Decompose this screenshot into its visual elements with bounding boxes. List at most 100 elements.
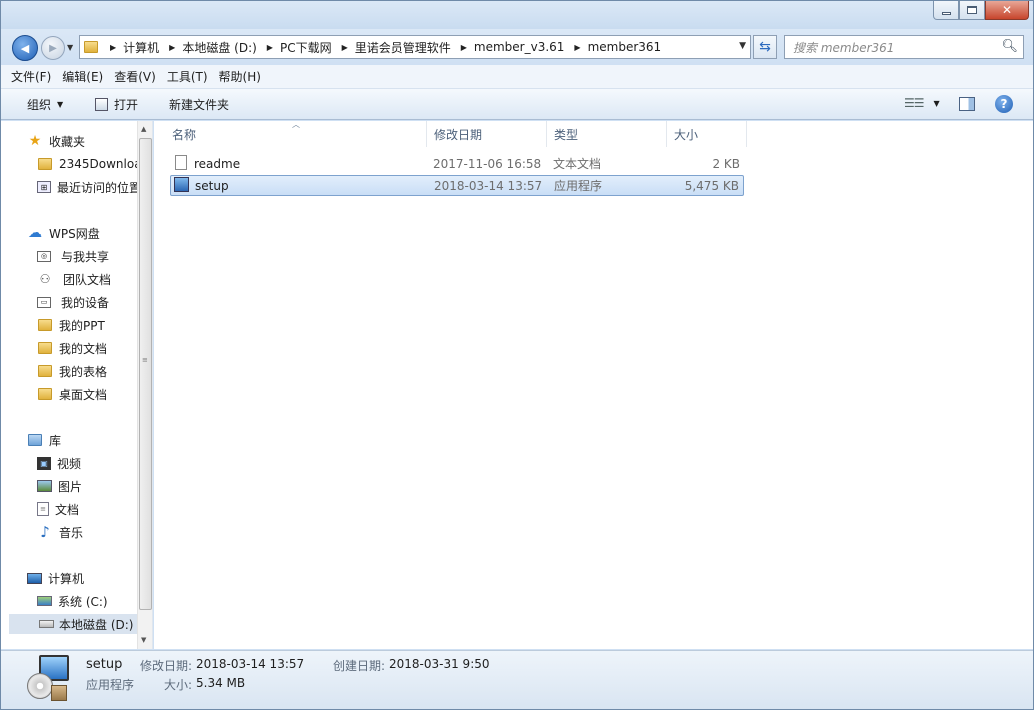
- breadcrumb-drive-d[interactable]: 本地磁盘 (D:): [182, 39, 256, 56]
- open-button[interactable]: 打开: [95, 96, 138, 113]
- nav-computer[interactable]: 计算机: [27, 568, 84, 588]
- help-button[interactable]: ?: [995, 95, 1013, 113]
- column-header-size[interactable]: 大小: [667, 121, 747, 147]
- breadcrumb-linuo[interactable]: 里诺会员管理软件: [355, 39, 451, 56]
- nav-item-label: 系统 (C:): [58, 594, 108, 609]
- nav-item-desktop-docs[interactable]: 桌面文档: [37, 384, 107, 404]
- menu-file[interactable]: 文件(F): [11, 68, 51, 85]
- nav-item-music[interactable]: ♪ 音乐: [37, 522, 83, 542]
- address-bar[interactable]: ▶ 计算机 ▶ 本地磁盘 (D:) ▶ PC下载网 ▶ 里诺会员管理软件 ▶ m…: [79, 35, 751, 59]
- nav-scrollbar[interactable]: ▲ ≡ ▼: [137, 121, 152, 649]
- nav-item-drive-c[interactable]: 系统 (C:): [37, 591, 108, 611]
- preview-pane-icon: [959, 97, 975, 111]
- menu-bar: 文件(F) 编辑(E) 查看(V) 工具(T) 帮助(H): [1, 65, 1033, 89]
- nav-item-label: 与我共享: [61, 249, 110, 264]
- nav-item-my-sheets[interactable]: 我的表格: [37, 361, 107, 381]
- new-folder-button[interactable]: 新建文件夹: [169, 96, 229, 113]
- nav-item-videos[interactable]: ▣ 视频: [37, 453, 81, 473]
- view-options-button[interactable]: ☰☰ ▼: [904, 96, 940, 110]
- nav-item-drive-d[interactable]: 本地磁盘 (D:): [9, 614, 137, 634]
- address-row: ◀ ▶ ▼ ▶ 计算机 ▶ 本地磁盘 (D:) ▶ PC下载网 ▶ 里诺会员管理…: [1, 29, 1033, 65]
- nav-favorites[interactable]: ★ 收藏夹: [27, 131, 85, 151]
- menu-view[interactable]: 查看(V): [114, 68, 156, 85]
- scrollbar-thumb[interactable]: [139, 138, 152, 610]
- file-type: 应用程序: [554, 179, 603, 193]
- breadcrumb-separator-icon[interactable]: ▶: [110, 43, 116, 52]
- folder-icon: [38, 158, 52, 170]
- forward-arrow-icon: ▶: [49, 42, 57, 54]
- maximize-button[interactable]: [959, 1, 985, 20]
- menu-help[interactable]: 帮助(H): [219, 68, 261, 85]
- list-view-icon: ☰☰: [904, 96, 924, 110]
- breadcrumb-member361[interactable]: member361: [588, 40, 662, 54]
- recent-pages-dropdown-icon[interactable]: ▼: [67, 43, 73, 52]
- close-icon: ✕: [1001, 3, 1013, 17]
- scroll-grip-icon: ≡: [142, 356, 148, 364]
- breadcrumb-separator-icon[interactable]: ▶: [267, 43, 273, 52]
- breadcrumb-member-v361[interactable]: member_v3.61: [474, 40, 565, 54]
- search-placeholder: 搜索 member361: [793, 40, 895, 55]
- close-button[interactable]: ✕: [985, 1, 1029, 20]
- organize-button[interactable]: 组织 ▼: [27, 96, 63, 113]
- menu-tools[interactable]: 工具(T): [167, 68, 208, 85]
- breadcrumb-computer[interactable]: 计算机: [123, 39, 159, 56]
- search-input[interactable]: 搜索 member361 🔍︎: [784, 35, 1024, 59]
- file-row-setup[interactable]: setup 2018-03-14 13:57 应用程序 5,475 KB: [170, 175, 744, 196]
- nav-item-my-ppt[interactable]: 我的PPT: [37, 315, 105, 335]
- cloud-icon: ☁: [28, 225, 42, 241]
- nav-item-my-docs[interactable]: 我的文档: [37, 338, 107, 358]
- nav-wps-cloud[interactable]: ☁ WPS网盘: [27, 223, 100, 243]
- breadcrumb-separator-icon[interactable]: ▶: [342, 43, 348, 52]
- sort-ascending-icon: ︿: [292, 120, 300, 129]
- music-note-icon: ♪: [40, 523, 50, 541]
- refresh-icon: ⇆: [759, 39, 771, 55]
- nav-item-team-docs[interactable]: ⚇ 团队文档: [37, 269, 111, 289]
- forward-button[interactable]: ▶: [41, 36, 65, 60]
- nav-item-pictures[interactable]: 图片: [37, 476, 82, 496]
- column-type-label: 类型: [554, 127, 579, 142]
- file-date: 2017-11-06 16:58: [433, 156, 542, 171]
- organize-label: 组织: [27, 98, 52, 112]
- text-file-icon: [175, 155, 187, 170]
- computer-icon: [27, 572, 42, 584]
- nav-item-label: 本地磁盘 (D:): [59, 617, 134, 632]
- back-button[interactable]: ◀: [12, 35, 38, 61]
- nav-item-label: 我的表格: [59, 364, 108, 379]
- nav-item-shared-with-me[interactable]: ◎ 与我共享: [37, 246, 109, 266]
- minimize-button[interactable]: [933, 1, 959, 20]
- breadcrumb-pcdownload[interactable]: PC下载网: [280, 39, 332, 56]
- nav-item-recent-places[interactable]: ⊞ 最近访问的位置: [37, 177, 141, 197]
- nav-item-2345downloads[interactable]: 2345Downloads: [37, 154, 152, 174]
- nav-item-my-devices[interactable]: ▭ 我的设备: [37, 292, 109, 312]
- shared-icon: ◎: [37, 250, 51, 262]
- film-icon: ▣: [37, 456, 51, 470]
- details-created-value: 2018-03-31 9:50: [389, 657, 490, 671]
- details-created-label: 创建日期:: [333, 659, 386, 673]
- details-file-name: setup: [86, 657, 123, 672]
- column-header-date[interactable]: 修改日期: [427, 121, 547, 147]
- nav-item-documents[interactable]: ≡ 文档: [37, 499, 79, 519]
- scroll-up-icon[interactable]: ▲: [141, 125, 146, 133]
- column-header-type[interactable]: 类型: [547, 121, 667, 147]
- address-dropdown-icon[interactable]: ▼: [739, 41, 746, 51]
- breadcrumb-separator-icon[interactable]: ▶: [574, 43, 580, 52]
- file-row-readme[interactable]: readme 2017-11-06 16:58 文本文档 2 KB: [170, 153, 744, 174]
- scroll-down-icon[interactable]: ▼: [141, 636, 146, 644]
- details-size-label: 大小:: [164, 678, 193, 692]
- preview-pane-button[interactable]: [959, 95, 975, 111]
- refresh-button[interactable]: ⇆: [753, 35, 777, 59]
- menu-edit[interactable]: 编辑(E): [62, 68, 103, 85]
- nav-item-label: 最近访问的位置: [57, 180, 142, 195]
- nav-libraries[interactable]: 库: [27, 430, 61, 450]
- document-icon: ≡: [37, 502, 49, 516]
- nav-item-label: 音乐: [59, 525, 84, 540]
- folder-icon: [84, 41, 98, 53]
- search-icon[interactable]: 🔍︎: [1001, 39, 1018, 54]
- breadcrumb-separator-icon[interactable]: ▶: [461, 43, 467, 52]
- breadcrumb-separator-icon[interactable]: ▶: [169, 43, 175, 52]
- column-header-name[interactable]: 名称 ︿: [154, 120, 427, 147]
- folder-icon: [38, 365, 52, 377]
- installer-icon: [174, 177, 189, 192]
- system-drive-icon: [37, 596, 52, 606]
- team-icon: ⚇: [39, 272, 51, 286]
